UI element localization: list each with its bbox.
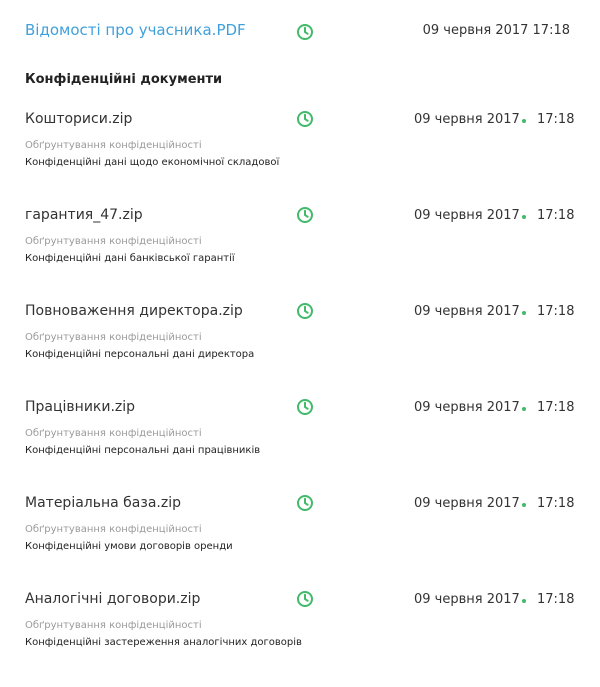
reason-text: Конфіденційні дані банківської гарантії <box>25 253 235 264</box>
reason-label: Обґрунтування конфіденційності <box>25 140 202 151</box>
reason-text: Конфіденційні дані щодо економічної скла… <box>25 157 280 168</box>
document-name[interactable]: гарантия_47.zip <box>25 207 143 223</box>
document-date: 09 червня 2017 <box>414 304 520 319</box>
top-file-datetime: 09 червня 2017 17:18 <box>422 23 570 38</box>
clock-icon <box>296 302 314 320</box>
reason-label: Обґрунтування конфіденційності <box>25 524 202 535</box>
list-item: Повноваження директора.zip 09 червня 201… <box>0 303 600 399</box>
document-date: 09 червня 2017 <box>414 592 520 607</box>
document-name[interactable]: Аналогічні договори.zip <box>25 591 200 607</box>
clock-icon <box>296 23 314 41</box>
document-name[interactable]: Повноваження директора.zip <box>25 303 243 319</box>
list-item: Матеріальна база.zip 09 червня 2017 17:1… <box>0 495 600 591</box>
document-time: 17:18 <box>537 112 575 127</box>
document-date: 09 червня 2017 <box>414 400 520 415</box>
document-date: 09 червня 2017 <box>414 496 520 511</box>
list-item: Аналогічні договори.zip 09 червня 2017 1… <box>0 591 600 687</box>
reason-text: Конфіденційні застереження аналогічних д… <box>25 637 302 648</box>
document-date: 09 червня 2017 <box>414 208 520 223</box>
clock-icon <box>296 110 314 128</box>
clock-icon <box>296 206 314 224</box>
reason-text: Конфіденційні персональні дані працівник… <box>25 445 261 456</box>
list-item: гарантия_47.zip 09 червня 2017 17:18 Обґ… <box>0 207 600 303</box>
separator-dot <box>522 407 526 411</box>
section-title: Конфіденційні документи <box>25 72 223 87</box>
document-name[interactable]: Працівники.zip <box>25 399 135 415</box>
list-item: Працівники.zip 09 червня 2017 17:18 Обґр… <box>0 399 600 495</box>
document-time: 17:18 <box>537 496 575 511</box>
clock-icon <box>296 494 314 512</box>
top-file-link[interactable]: Відомості про учасника.PDF <box>25 21 246 39</box>
document-name[interactable]: Кошториси.zip <box>25 111 132 127</box>
separator-dot <box>522 119 526 123</box>
document-time: 17:18 <box>537 208 575 223</box>
reason-text: Конфіденційні персональні дані директора <box>25 349 255 360</box>
list-item: Кошториси.zip 09 червня 2017 17:18 Обґру… <box>0 111 600 207</box>
separator-dot <box>522 311 526 315</box>
document-time: 17:18 <box>537 400 575 415</box>
separator-dot <box>522 215 526 219</box>
reason-text: Конфіденційні умови договорів оренди <box>25 541 233 552</box>
separator-dot <box>522 599 526 603</box>
reason-label: Обґрунтування конфіденційності <box>25 620 202 631</box>
reason-label: Обґрунтування конфіденційності <box>25 332 202 343</box>
reason-label: Обґрунтування конфіденційності <box>25 428 202 439</box>
document-date: 09 червня 2017 <box>414 112 520 127</box>
document-name[interactable]: Матеріальна база.zip <box>25 495 181 511</box>
clock-icon <box>296 398 314 416</box>
document-time: 17:18 <box>537 592 575 607</box>
separator-dot <box>522 503 526 507</box>
reason-label: Обґрунтування конфіденційності <box>25 236 202 247</box>
clock-icon <box>296 590 314 608</box>
document-time: 17:18 <box>537 304 575 319</box>
